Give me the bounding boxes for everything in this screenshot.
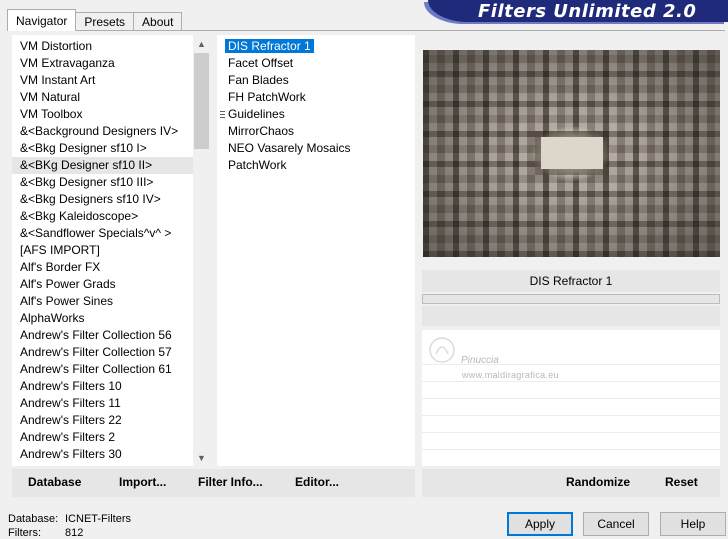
category-item[interactable]: Andrew's Filter Collection 56 <box>12 327 210 344</box>
filter-item-label: Fan Blades <box>228 73 289 87</box>
filters-count-value: 812 <box>65 527 84 539</box>
category-item[interactable]: Andrew's Filters 22 <box>12 412 210 429</box>
tab-presets[interactable]: Presets <box>75 12 135 31</box>
title-banner: Filters Unlimited 2.0 <box>428 0 728 22</box>
category-item[interactable]: VM Natural <box>12 89 210 106</box>
filter-item[interactable]: Fan Blades <box>217 72 415 89</box>
randomize-button[interactable]: Randomize <box>566 475 630 489</box>
category-item[interactable]: Andrew's Filter Collection 57 <box>12 344 210 361</box>
filter-list[interactable]: DIS Refractor 1 Facet Offset Fan Blades FH … <box>217 35 415 174</box>
filter-item-label: NEO Vasarely Mosaics <box>228 141 351 155</box>
reset-button[interactable]: Reset <box>665 475 698 489</box>
filter-item[interactable]: NEO Vasarely Mosaics <box>217 140 415 157</box>
category-item[interactable]: Andrew's Filter Collection 61 <box>12 361 210 378</box>
banner-title: Filters Unlimited 2.0 <box>478 1 697 22</box>
database-button[interactable]: Database <box>28 475 81 489</box>
category-item[interactable]: &<Sandflower Specials^v^ > <box>12 225 210 242</box>
right-toolbar: Randomize Reset <box>422 469 720 497</box>
filter-item[interactable]: PatchWork <box>217 157 415 174</box>
scroll-down-icon[interactable]: ▼ <box>193 449 210 466</box>
editor-button[interactable]: Editor... <box>295 475 339 489</box>
filter-item[interactable]: Guidelines <box>217 106 415 123</box>
filter-item-label: MirrorChaos <box>228 124 295 138</box>
category-item[interactable]: &<Bkg Kaleidoscope> <box>12 208 210 225</box>
splitter-grip-icon[interactable] <box>220 111 225 120</box>
category-list-panel: VM Distortion VM Extravaganza VM Instant A… <box>12 35 210 466</box>
filter-item-label: DIS Refractor 1 <box>225 39 314 53</box>
category-item[interactable]: [AFS IMPORT] <box>12 242 210 259</box>
category-item[interactable]: Andrew's Filters 2 <box>12 429 210 446</box>
category-item[interactable]: Alf's Power Grads <box>12 276 210 293</box>
filters-count-label: Filters: <box>8 527 41 539</box>
tab-about[interactable]: About <box>133 12 183 31</box>
database-value: ICNET-Filters <box>65 513 131 525</box>
category-item[interactable]: &<Background Designers IV> <box>12 123 210 140</box>
filter-item[interactable]: Facet Offset <box>217 55 415 72</box>
slider-row <box>422 432 720 433</box>
slider-row <box>422 398 720 399</box>
filter-item[interactable]: FH PatchWork <box>217 89 415 106</box>
left-toolbar: Database Import... Filter Info... Editor… <box>12 469 415 497</box>
scroll-up-icon[interactable]: ▲ <box>193 35 210 52</box>
category-item[interactable]: &<Bkg Designers sf10 IV> <box>12 191 210 208</box>
category-item[interactable]: VM Instant Art <box>12 72 210 89</box>
apply-button[interactable]: Apply <box>507 512 573 536</box>
category-item[interactable]: Andrew's Filters 3 <box>12 463 210 466</box>
category-scrollbar[interactable]: ▲ ▼ <box>193 35 210 466</box>
watermark-name: Pinuccia <box>461 355 499 366</box>
slider-row <box>422 449 720 450</box>
category-list[interactable]: VM Distortion VM Extravaganza VM Instant A… <box>12 35 210 466</box>
help-button[interactable]: Help <box>660 512 726 536</box>
progress-bar <box>422 294 720 304</box>
category-item[interactable]: Andrew's Filters 11 <box>12 395 210 412</box>
filter-item-label: FH PatchWork <box>228 90 306 104</box>
category-item[interactable]: &<BKg Designer sf10 II> <box>12 157 210 174</box>
tab-divider <box>7 30 725 31</box>
preview-filter-name: DIS Refractor 1 <box>422 270 720 292</box>
category-item[interactable]: Alf's Border FX <box>12 259 210 276</box>
import-button[interactable]: Import... <box>119 475 166 489</box>
preview-center <box>541 137 603 169</box>
parameter-area <box>422 306 720 326</box>
filter-item[interactable]: DIS Refractor 1 <box>217 38 415 55</box>
watermark-flower-icon <box>429 337 455 363</box>
category-item[interactable]: VM Extravaganza <box>12 55 210 72</box>
category-item[interactable]: VM Toolbox <box>12 106 210 123</box>
filter-preview-image <box>423 50 720 257</box>
tab-bar: Navigator Presets About <box>7 9 183 31</box>
filter-list-panel: DIS Refractor 1 Facet Offset Fan Blades FH … <box>217 35 415 466</box>
filter-item-label: PatchWork <box>228 158 287 172</box>
category-item[interactable]: Andrew's Filters 10 <box>12 378 210 395</box>
filter-item[interactable]: MirrorChaos <box>217 123 415 140</box>
watermark-url: www.maldiragrafica.eu <box>462 370 559 380</box>
category-item[interactable]: AlphaWorks <box>12 310 210 327</box>
tab-navigator[interactable]: Navigator <box>7 9 77 31</box>
status-info: Database: ICNET-Filters Filters: 812 <box>8 512 131 539</box>
category-item[interactable]: Alf's Power Sines <box>12 293 210 310</box>
category-item[interactable]: Andrew's Filters 30 <box>12 446 210 463</box>
slider-area <box>422 330 720 466</box>
cancel-button[interactable]: Cancel <box>583 512 649 536</box>
category-item[interactable]: &<Bkg Designer sf10 I> <box>12 140 210 157</box>
scroll-thumb[interactable] <box>194 53 209 149</box>
database-label: Database: <box>8 513 59 525</box>
filter-item-label: Facet Offset <box>228 56 294 70</box>
category-item[interactable]: VM Distortion <box>12 38 210 55</box>
category-item[interactable]: &<Bkg Designer sf10 III> <box>12 174 210 191</box>
slider-row <box>422 381 720 382</box>
filter-item-label: Guidelines <box>228 107 285 121</box>
slider-row <box>422 415 720 416</box>
filter-info-button[interactable]: Filter Info... <box>198 475 263 489</box>
